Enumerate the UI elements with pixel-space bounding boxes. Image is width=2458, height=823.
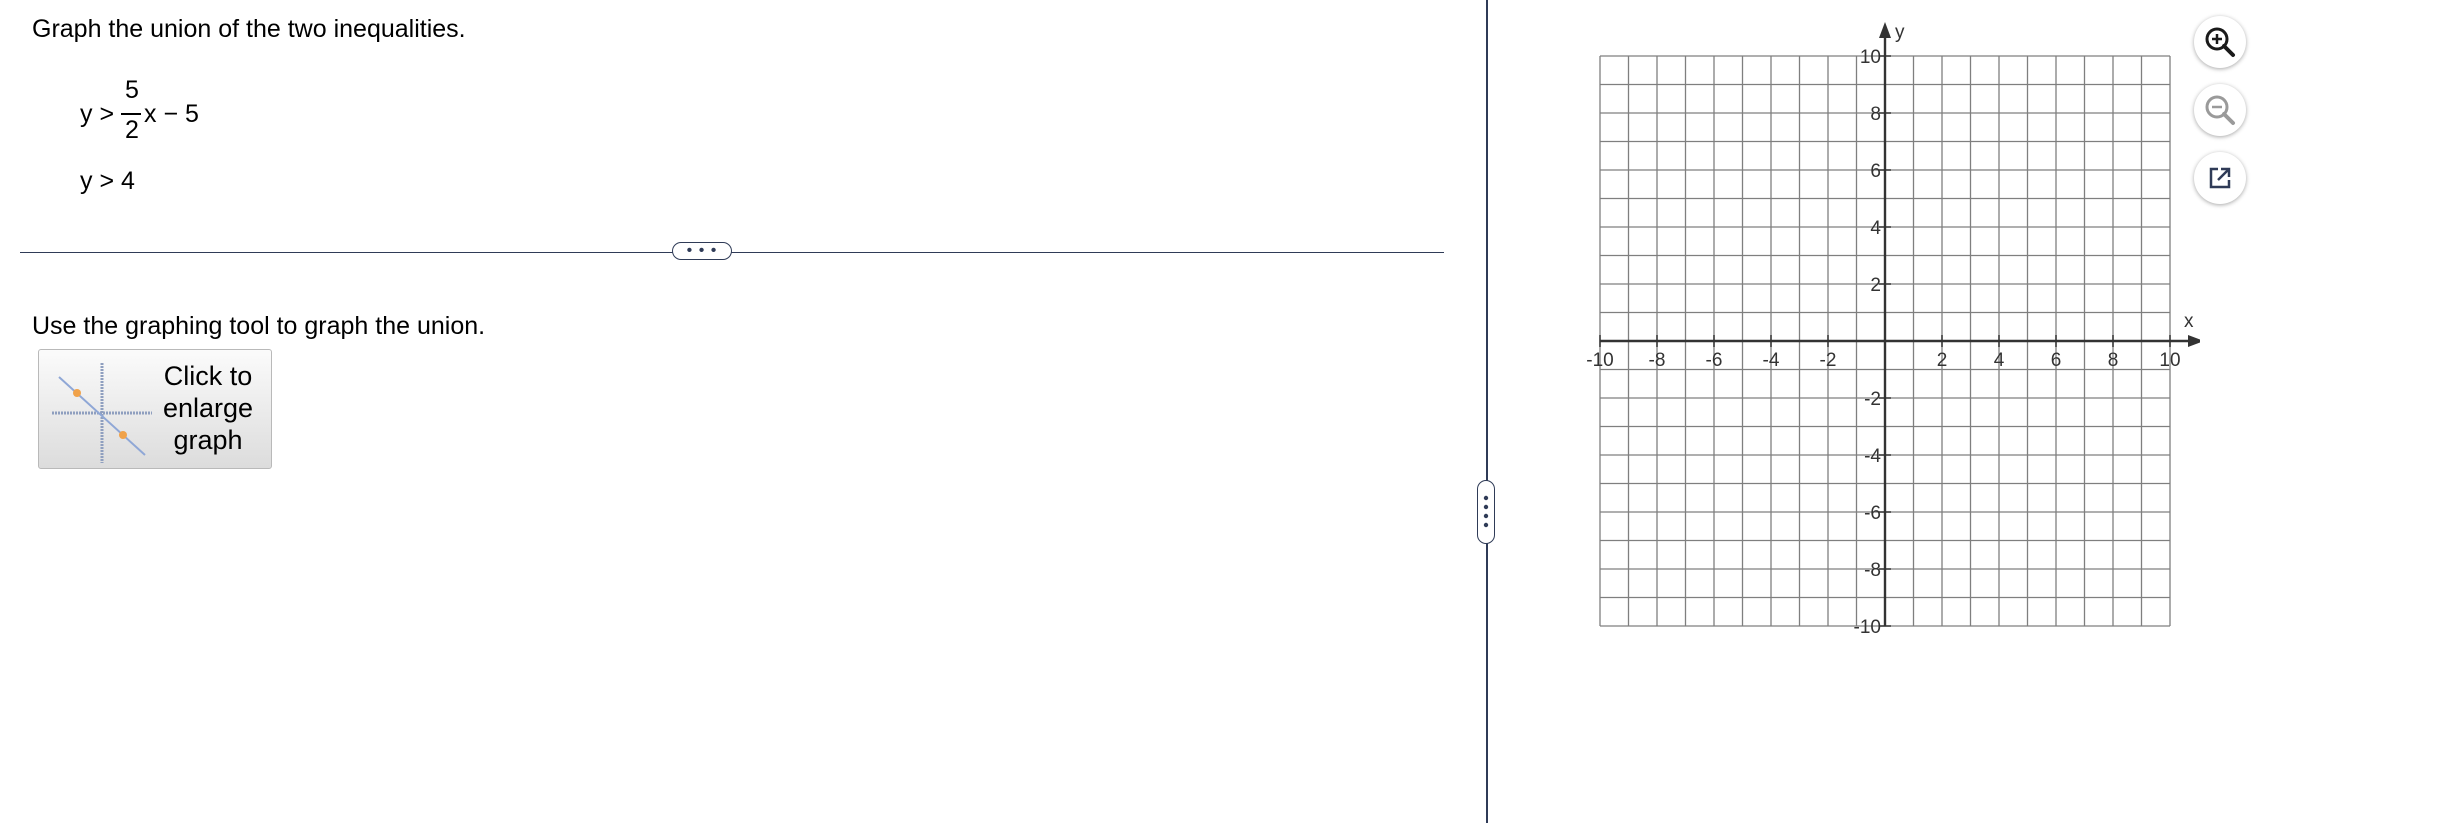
y-tick-label: 10 [1860, 47, 1881, 68]
graph-thumbnail-icon [52, 363, 152, 463]
y-tick-label: 8 [1870, 104, 1881, 125]
fraction-bar [121, 113, 141, 115]
x-tick-label: 4 [1994, 350, 2005, 371]
popout-icon [2209, 167, 2231, 189]
x-tick-label: -6 [1706, 350, 1723, 371]
x-axis-label: x [2184, 311, 2194, 332]
instruction-text: Use the graphing tool to graph the union… [32, 312, 486, 340]
x-tick-label: 8 [2108, 350, 2119, 371]
enlarge-label-line3: graph [173, 425, 243, 455]
zoom-out-button[interactable] [2194, 84, 2246, 136]
fraction-numerator: 5 [125, 76, 139, 104]
splitter-handle[interactable] [1477, 480, 1495, 544]
y-tick-label: -2 [1864, 389, 1881, 410]
fraction-denominator: 2 [125, 116, 139, 144]
coordinate-graph[interactable]: -10 -8 -6 -4 -2 2 4 6 8 10 10 8 6 4 2 -2 -4 -6 -8 -10 x y [1560, 18, 2200, 658]
section-divider [20, 252, 1444, 253]
x-tick-label: -2 [1820, 350, 1837, 371]
x-tick-label: 10 [2159, 350, 2180, 371]
zoom-in-icon [2205, 27, 2235, 57]
y-tick-label: 2 [1870, 275, 1881, 296]
y-tick-label: -4 [1864, 446, 1881, 467]
divider-expand-handle[interactable]: • • • [672, 242, 732, 260]
y-axis-label: y [1895, 22, 1905, 43]
x-tick-label: 6 [2051, 350, 2062, 371]
enlarge-label-line1: Click to [163, 361, 253, 391]
inequality-1: y > 5 2 x − 5 [80, 68, 260, 148]
y-tick-label: -10 [1854, 617, 1881, 638]
x-axis-arrow [2188, 335, 2200, 347]
zoom-out-icon [2205, 95, 2235, 125]
y-axis-arrow [1879, 22, 1891, 38]
inequality-1-rhs: x − 5 [144, 100, 199, 128]
enlarge-graph-button[interactable]: Click to enlarge graph [38, 349, 272, 469]
vertical-dots-icon [1483, 495, 1489, 528]
enlarge-label-line2: enlarge [162, 393, 254, 423]
y-tick-label: 6 [1870, 161, 1881, 182]
x-tick-label: -4 [1763, 350, 1780, 371]
y-tick-label: -6 [1864, 503, 1881, 524]
inequality-2: y > 4 [80, 167, 135, 195]
x-tick-label: 2 [1937, 350, 1948, 371]
y-tick-label: -8 [1864, 560, 1881, 581]
enlarge-graph-label: Click to enlarge graph [153, 360, 263, 456]
x-tick-label: -8 [1649, 350, 1666, 371]
inequality-1-lhs: y > [80, 100, 115, 128]
x-tick-label: -10 [1586, 350, 1613, 371]
y-tick-label: 4 [1870, 218, 1881, 239]
question-prompt: Graph the union of the two inequalities. [32, 15, 466, 43]
zoom-in-button[interactable] [2194, 16, 2246, 68]
popout-button[interactable] [2194, 152, 2246, 204]
panel-splitter [1486, 0, 1488, 823]
tick-labels: -10 -8 -6 -4 -2 2 4 6 8 10 10 8 6 4 2 -2 -4 -6 -8 -10 [1586, 47, 2180, 638]
